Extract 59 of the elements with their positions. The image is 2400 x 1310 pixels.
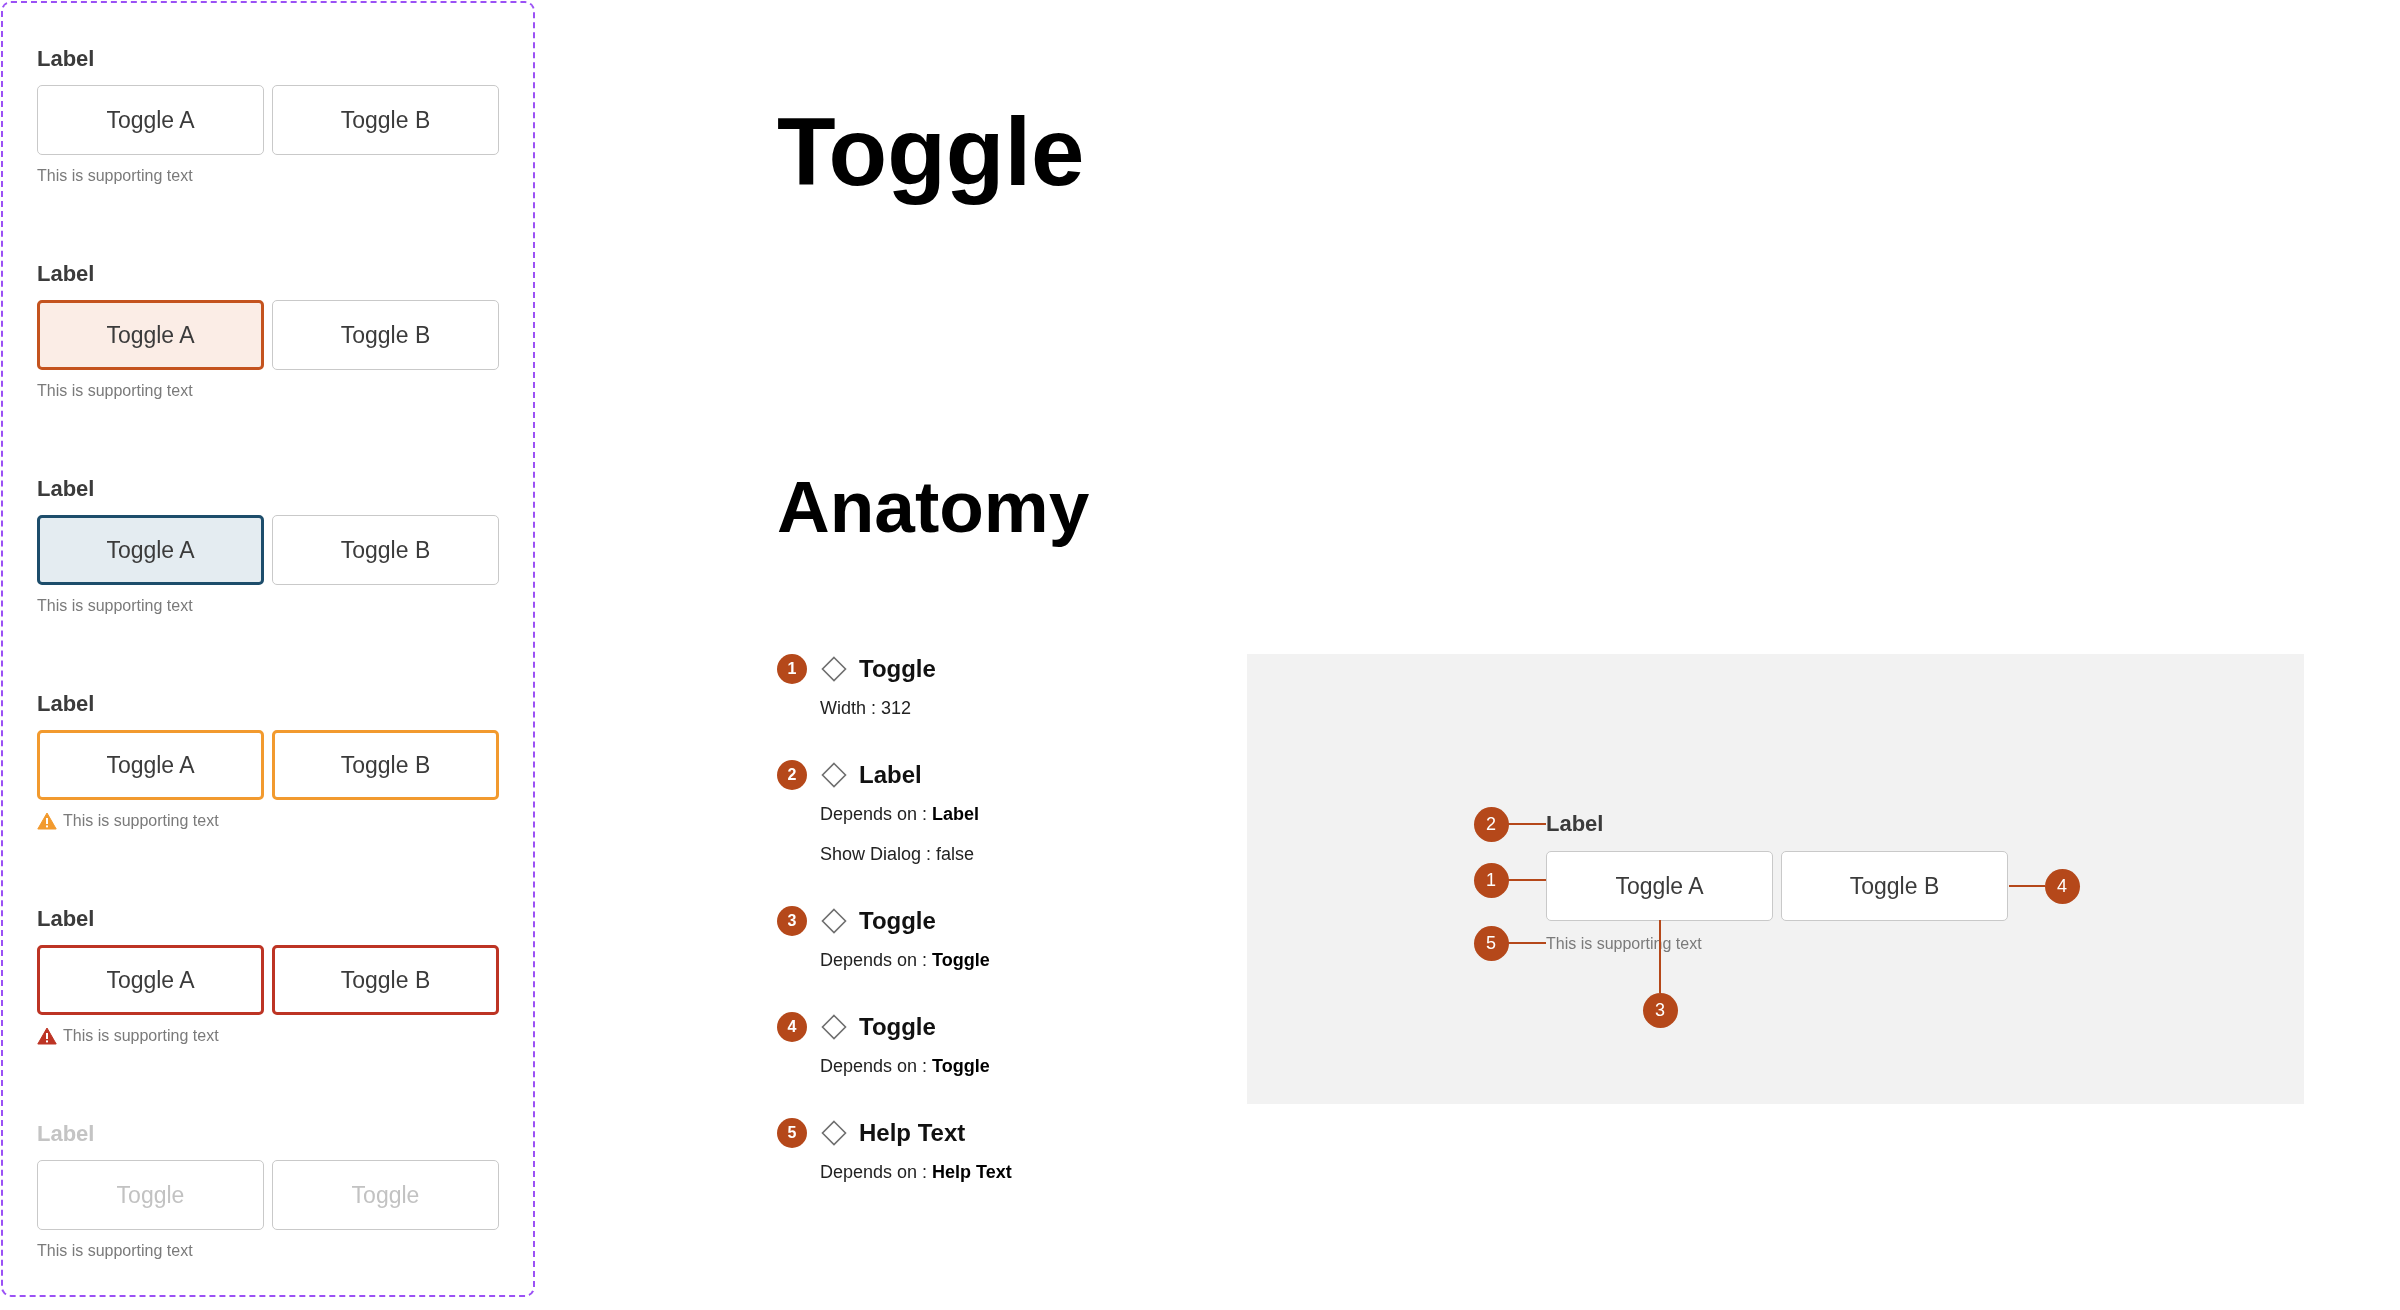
diamond-icon — [821, 908, 847, 934]
field-label: Label — [37, 906, 95, 932]
section-heading: Anatomy — [777, 465, 1090, 549]
part-number: 3 — [777, 906, 807, 936]
part-number: 1 — [777, 654, 807, 684]
leader-line — [2009, 885, 2045, 887]
part-title: Toggle — [859, 655, 936, 683]
callout-number: 2 — [1473, 806, 1509, 842]
field-label: Label — [37, 1121, 95, 1147]
field-label: Label — [37, 46, 95, 72]
field-label: Label — [37, 691, 95, 717]
leader-line — [1508, 823, 1546, 825]
part-number: 5 — [777, 1118, 807, 1148]
leader-line — [1508, 879, 1546, 881]
property-text: Width : 312 — [820, 697, 912, 720]
leader-line — [1508, 942, 1546, 944]
property-text: Depends on : Toggle — [820, 1055, 990, 1078]
page-title: Toggle — [777, 97, 1085, 207]
part-number: 2 — [777, 760, 807, 790]
diamond-icon — [821, 762, 847, 788]
property-text: Depends on : Toggle — [820, 949, 990, 972]
part-title: Toggle — [859, 1013, 936, 1041]
supporting-text: This is supporting text — [63, 811, 219, 831]
toggle-button[interactable]: Toggle A — [37, 945, 264, 1015]
diamond-icon — [821, 1120, 847, 1146]
toggle-button[interactable]: Toggle B — [272, 85, 499, 155]
toggle-button[interactable]: Toggle B — [272, 300, 499, 370]
diamond-icon — [821, 1014, 847, 1040]
supporting-text: This is supporting text — [37, 381, 193, 401]
toggle-button[interactable]: Toggle A — [1546, 851, 1773, 921]
part-title: Label — [859, 761, 922, 789]
warning-icon — [37, 1027, 57, 1045]
toggle-button[interactable]: Toggle B — [272, 730, 499, 800]
supporting-text: This is supporting text — [37, 1241, 193, 1261]
callout-number: 1 — [1473, 862, 1509, 898]
toggle-button[interactable]: Toggle A — [37, 300, 264, 370]
toggle-button[interactable]: Toggle A — [37, 85, 264, 155]
part-title: Toggle — [859, 907, 936, 935]
callout-number: 3 — [1642, 992, 1678, 1028]
toggle-button[interactable]: Toggle B — [1781, 851, 2008, 921]
toggle-button[interactable]: Toggle A — [37, 515, 264, 585]
toggle-button[interactable]: Toggle B — [272, 945, 499, 1015]
diamond-icon — [821, 656, 847, 682]
part-number: 4 — [777, 1012, 807, 1042]
toggle-button[interactable]: Toggle B — [272, 515, 499, 585]
warning-icon — [37, 812, 57, 830]
supporting-text: This is supporting text — [63, 1026, 219, 1046]
callout-number: 5 — [1473, 925, 1509, 961]
callout-number: 4 — [2044, 868, 2080, 904]
field-label: Label — [37, 476, 95, 502]
part-title: Help Text — [859, 1119, 966, 1147]
property-text: Depends on : Help Text — [820, 1161, 1012, 1184]
supporting-text: This is supporting text — [37, 596, 193, 616]
property-text: Show Dialog : false — [820, 843, 975, 866]
supporting-text: This is supporting text — [37, 166, 193, 186]
toggle-button[interactable]: Toggle A — [37, 730, 264, 800]
property-text: Depends on : Label — [820, 803, 980, 826]
field-label: Label — [1546, 811, 1604, 837]
field-label: Label — [37, 261, 95, 287]
